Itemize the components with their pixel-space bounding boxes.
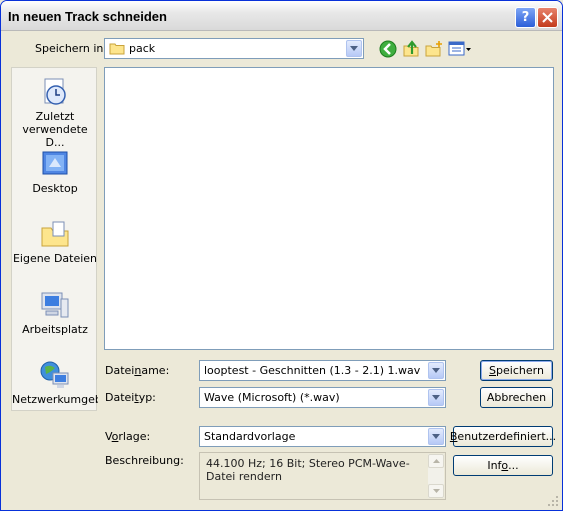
my-documents-icon — [41, 221, 69, 247]
view-menu-icon[interactable] — [448, 40, 472, 58]
network-places-icon — [40, 361, 69, 388]
window-title: In neuen Track schneiden — [8, 9, 167, 24]
place-desktop[interactable]: Desktop — [12, 148, 98, 195]
filetype-value: Wave (Microsoft) (*.wav) — [204, 391, 340, 404]
template-value: Standardvorlage — [204, 430, 296, 443]
place-my-computer[interactable]: Arbeitsplatz — [12, 289, 98, 336]
cancel-button[interactable]: Abbrechen — [480, 387, 553, 408]
file-list[interactable] — [104, 67, 554, 350]
place-recent-label: Zuletzt verwendete D... — [22, 110, 88, 149]
custom-button[interactable]: Benutzerdefiniert... — [449, 426, 557, 447]
save-button[interactable]: Speichern — [480, 360, 553, 381]
scroll-down-icon[interactable] — [428, 484, 444, 498]
chevron-down-icon[interactable] — [428, 428, 444, 445]
custom-button-accel: B — [449, 430, 458, 443]
filename-label: Dateiname: — [105, 364, 169, 377]
new-folder-icon[interactable] — [425, 40, 443, 58]
template-combo[interactable]: Standardvorlage — [199, 426, 446, 447]
description-text: 44.100 Hz; 16 Bit; Stereo PCM-Wave-Datei… — [206, 457, 410, 483]
place-network[interactable]: Netzwerkumgeb — [12, 359, 98, 406]
chevron-down-icon[interactable] — [428, 389, 444, 406]
description-label: Beschreibung: — [105, 454, 184, 467]
filetype-label-pre: Datei — [105, 391, 135, 404]
description-scrollbar[interactable] — [428, 454, 444, 498]
place-my-documents-label: Eigene Dateien — [12, 252, 98, 265]
info-button[interactable]: Inf o... — [453, 455, 553, 476]
close-icon — [542, 12, 553, 23]
my-computer-icon — [41, 292, 69, 318]
folder-icon — [109, 43, 125, 55]
resize-grip-icon[interactable] — [547, 495, 559, 507]
help-button[interactable]: ? — [515, 7, 536, 28]
up-folder-icon[interactable] — [402, 40, 420, 58]
desktop-icon — [42, 151, 68, 175]
lookin-combo[interactable]: pack — [104, 38, 364, 59]
info-button-label-post: ... — [508, 459, 519, 472]
places-bar: Zuletzt verwendete D... Desktop Eigene D… — [11, 67, 98, 411]
place-network-label: Netzwerkumgeb — [12, 393, 98, 406]
filename-label-pre: Datei — [105, 364, 135, 377]
place-recent[interactable]: Zuletzt verwendete D... — [12, 76, 98, 149]
filetype-label-post: yp: — [138, 391, 156, 404]
chevron-down-icon[interactable] — [428, 362, 444, 379]
description-box: 44.100 Hz; 16 Bit; Stereo PCM-Wave-Datei… — [199, 452, 446, 500]
title-bar[interactable]: In neuen Track schneiden ? — [1, 1, 562, 31]
custom-button-label: enutzerdefiniert... — [457, 430, 557, 443]
template-label-pre: V — [105, 430, 112, 443]
info-button-label-pre: Inf — [487, 459, 502, 472]
close-button[interactable] — [537, 7, 558, 28]
filetype-label: Dateityp: — [105, 391, 156, 404]
filename-label-post: ame: — [141, 364, 170, 377]
back-icon[interactable] — [379, 40, 397, 58]
cancel-button-label: Abbrechen — [486, 391, 547, 404]
lookin-label-text: Speichern in: — [35, 42, 108, 55]
filetype-combo[interactable]: Wave (Microsoft) (*.wav) — [199, 387, 446, 408]
save-button-accel: S — [489, 364, 497, 377]
lookin-label: Speichern in: — [35, 42, 107, 55]
filename-value[interactable]: looptest - Geschnitten (1.3 - 2.1) 1.wav — [204, 364, 420, 377]
lookin-value: pack — [129, 42, 156, 55]
template-label: Vorlage: — [105, 430, 150, 443]
info-button-accel: o — [501, 459, 509, 472]
scroll-up-icon[interactable] — [428, 454, 444, 468]
filename-combo[interactable]: looptest - Geschnitten (1.3 - 2.1) 1.wav — [199, 360, 446, 381]
place-my-documents[interactable]: Eigene Dateien — [12, 218, 98, 265]
help-icon: ? — [521, 10, 530, 25]
save-dialog: In neuen Track schneiden ? Speichern in:… — [0, 0, 563, 511]
chevron-down-icon[interactable] — [346, 40, 362, 57]
place-my-computer-label: Arbeitsplatz — [22, 323, 88, 336]
place-desktop-label: Desktop — [32, 182, 78, 195]
save-button-label: peichern — [496, 364, 544, 377]
template-label-post: rlage: — [118, 430, 151, 443]
recent-documents-icon — [44, 78, 66, 105]
